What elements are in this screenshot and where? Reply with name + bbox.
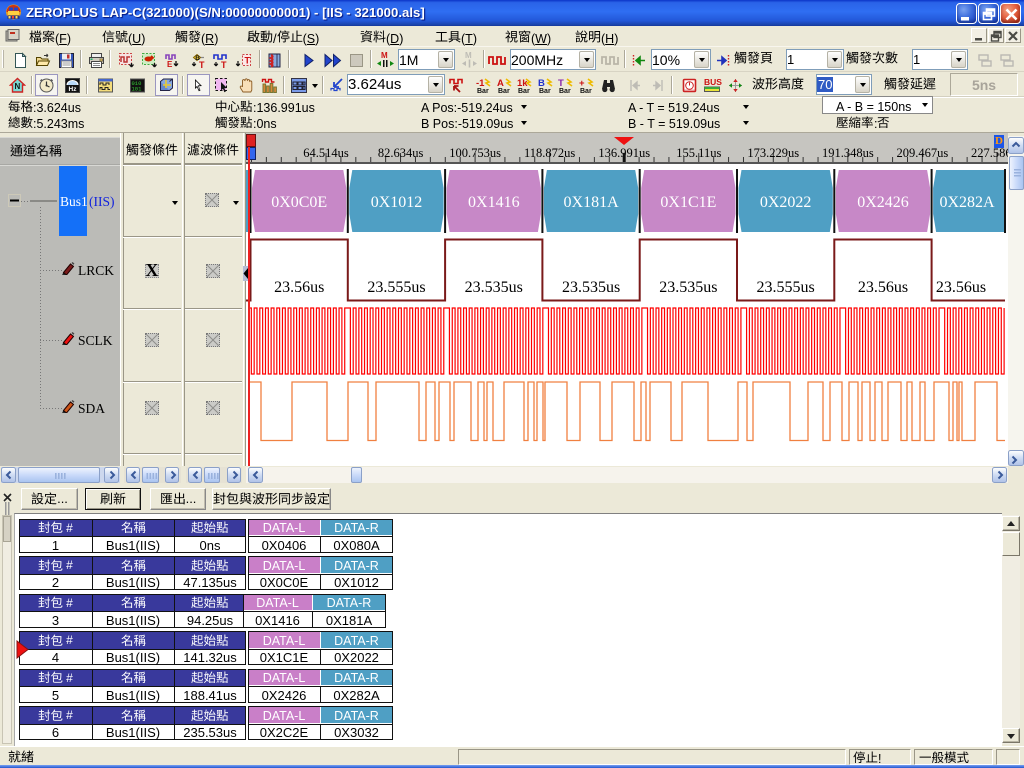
svg-text:118.872us: 118.872us	[524, 146, 575, 160]
svg-text:M: M	[381, 51, 388, 60]
svg-text:0X2022: 0X2022	[760, 194, 812, 211]
svg-text:23.555us: 23.555us	[367, 279, 425, 296]
svg-text:Hz: Hz	[69, 86, 78, 93]
svg-text:0X0C0E: 0X0C0E	[271, 194, 327, 211]
svg-text:100.753us: 100.753us	[449, 146, 501, 160]
svg-text:Bar: Bar	[518, 88, 530, 94]
svg-text:Bar: Bar	[580, 88, 592, 94]
svg-text:0X282A: 0X282A	[939, 194, 995, 211]
svg-text:E: E	[167, 60, 173, 69]
svg-text:T: T	[221, 60, 227, 69]
svg-text:23.56us: 23.56us	[936, 279, 986, 296]
svg-text:227.586us: 227.586us	[971, 146, 1008, 160]
svg-text:0X181A: 0X181A	[564, 194, 620, 211]
svg-text:Bar: Bar	[559, 88, 571, 94]
svg-text:101: 101	[132, 85, 143, 92]
svg-text:191.348us: 191.348us	[822, 146, 874, 160]
svg-text:23.535us: 23.535us	[659, 279, 717, 296]
svg-text:23.535us: 23.535us	[465, 279, 523, 296]
svg-text:173.229us: 173.229us	[747, 146, 799, 160]
svg-text:155.11us: 155.11us	[676, 146, 721, 160]
svg-text:0X2426: 0X2426	[857, 194, 909, 211]
svg-text:0X1012: 0X1012	[371, 194, 423, 211]
svg-text:Bar: Bar	[539, 88, 551, 94]
svg-text:T: T	[199, 60, 205, 69]
svg-text:T: T	[245, 55, 251, 65]
svg-text:Bar: Bar	[477, 88, 489, 94]
svg-text:Bar: Bar	[498, 88, 510, 94]
svg-text:N: N	[15, 82, 21, 91]
svg-text:23.56us: 23.56us	[858, 279, 908, 296]
svg-text:23.56us: 23.56us	[274, 279, 324, 296]
svg-text:23.555us: 23.555us	[756, 279, 814, 296]
svg-text:64.514us: 64.514us	[303, 146, 349, 160]
svg-text:209.467us: 209.467us	[897, 146, 949, 160]
svg-text:0X1416: 0X1416	[468, 194, 520, 211]
svg-text:23.535us: 23.535us	[562, 279, 620, 296]
svg-text:BUS: BUS	[704, 77, 722, 87]
svg-text:M: M	[465, 51, 472, 60]
svg-text:82.634us: 82.634us	[378, 146, 424, 160]
svg-text:0X1C1E: 0X1C1E	[660, 194, 716, 211]
